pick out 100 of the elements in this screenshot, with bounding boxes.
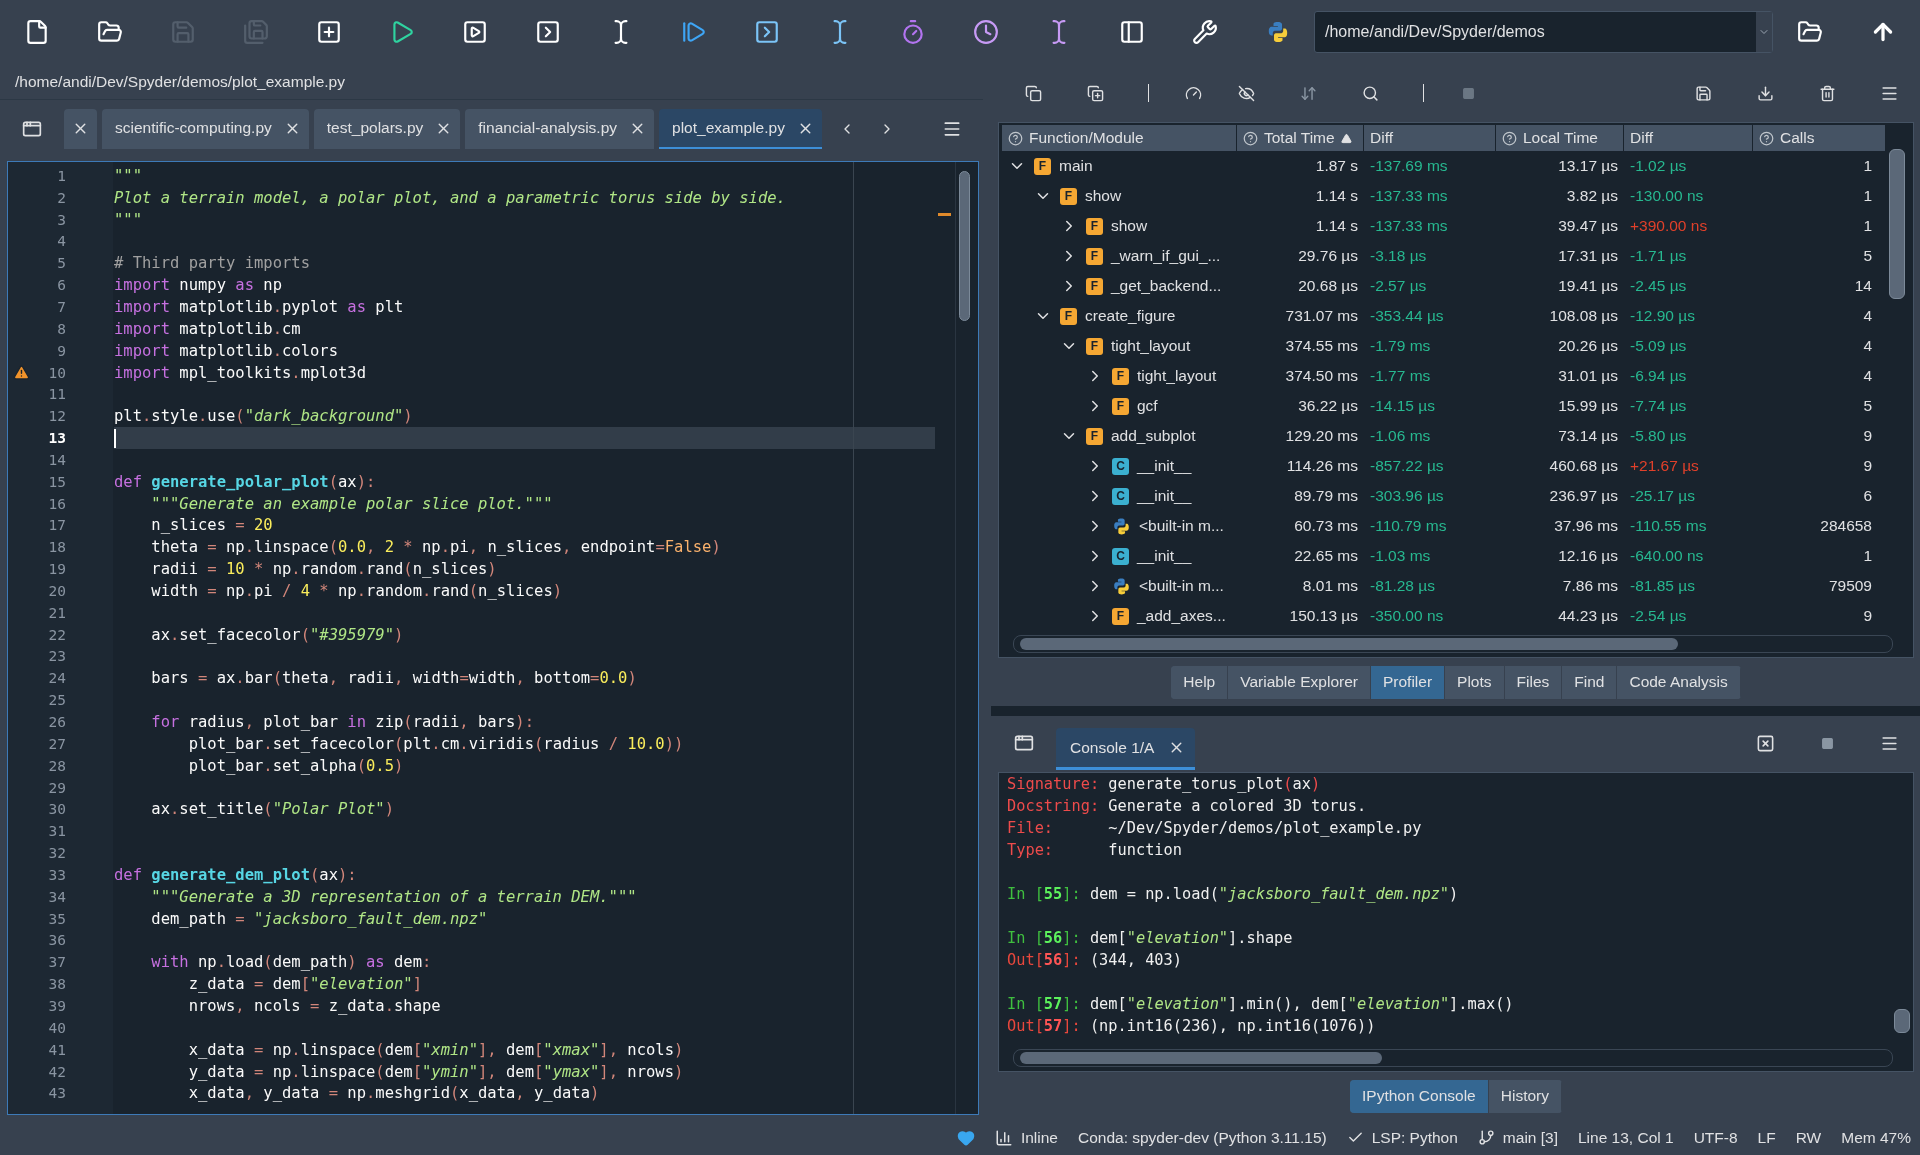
line-number: 27 — [47, 735, 66, 752]
table-cell-text: -110.79 ms — [1369, 517, 1448, 535]
pane-tab[interactable]: Profiler — [1370, 665, 1446, 699]
line-number: 40 — [47, 1019, 66, 1036]
status-item: LF — [1757, 1128, 1776, 1147]
table-cell-text: -353.44 µs — [1369, 307, 1445, 325]
console-tab[interactable]: Console 1/A — [1056, 728, 1196, 770]
path-combo[interactable]: /home/andi/Dev/Spyder/demos — [1314, 11, 1773, 53]
stop-icon[interactable] — [1820, 736, 1834, 750]
column-header[interactable]: Function/Module — [1002, 125, 1237, 151]
code-line: dem_path = "jacksboro_fault_dem.npz" — [150, 908, 489, 930]
line-number: 17 — [47, 517, 66, 534]
table-cell-text: 129.20 ms — [1284, 427, 1359, 445]
scrollbar-thumb[interactable] — [1020, 638, 1678, 650]
line-number: 29 — [47, 779, 66, 796]
code-line: theta = np.linspace(0.0, 2 * np.pi, n_slices, endpoint=False) — [150, 537, 722, 559]
scrollbar-thumb[interactable] — [1894, 1009, 1910, 1033]
table-cell-text: 9 — [1862, 457, 1873, 475]
line-number: 19 — [47, 561, 66, 578]
code-line: import numpy as np — [114, 275, 283, 297]
pane-tab[interactable]: IPython Console — [1350, 1079, 1489, 1113]
table-cell-text: 284658 — [1819, 517, 1873, 535]
column-header[interactable]: Diff — [1364, 125, 1496, 151]
table-cell-text: +390.00 ns — [1629, 217, 1709, 235]
scrollbar-thumb[interactable] — [1889, 149, 1905, 299]
line-number: 22 — [47, 626, 66, 643]
table-cell-text: 17.31 µs — [1557, 247, 1619, 265]
editor-tab[interactable]: scientific-computing.py — [102, 109, 309, 149]
python-icon — [1112, 516, 1131, 536]
column-header[interactable]: Local Time — [1496, 125, 1624, 151]
vertical-scrollbar[interactable] — [955, 162, 973, 1114]
sort-up-icon — [1340, 132, 1352, 144]
line-number: 11 — [47, 386, 66, 403]
table-cell-text: -350.00 ns — [1369, 607, 1445, 625]
code-line: """ — [114, 209, 143, 231]
line-number: 7 — [56, 299, 66, 315]
type-badge: F — [1086, 277, 1103, 295]
horizontal-scrollbar[interactable] — [1013, 635, 1893, 653]
table-cell-text: 4 — [1862, 367, 1873, 385]
scrollbar-thumb[interactable] — [1020, 1052, 1382, 1064]
console-line: Signature: generate_torus_plot(ax) — [1007, 774, 1322, 795]
status-item: LSP: Python — [1371, 1128, 1458, 1147]
eye-off-icon[interactable] — [1237, 84, 1255, 102]
table-cell-text: 19.41 µs — [1557, 277, 1619, 295]
code-line: y_data = np.linspace(dem["ymin"], dem["ymax"], nrows) — [187, 1061, 685, 1083]
scrollbar-thumb[interactable] — [959, 171, 970, 321]
close-console-icon[interactable] — [1755, 733, 1775, 753]
search-icon[interactable] — [1361, 84, 1379, 102]
code-editor[interactable] — [7, 161, 979, 1115]
column-header[interactable]: Total Time — [1237, 125, 1364, 151]
code-line: radii = 10 * np.random.rand(n_slices) — [150, 559, 498, 581]
table-cell-text: -7.74 µs — [1629, 397, 1688, 415]
code-line: plot_bar.set_facecolor(plt.cm.viridis(radius / 10.0)) — [187, 733, 685, 755]
table-cell-text: 460.68 µs — [1548, 457, 1619, 475]
copy-icon[interactable] — [1024, 84, 1042, 102]
arrows-icon[interactable] — [1299, 84, 1317, 102]
line-number: 39 — [47, 998, 66, 1014]
code-line: nrows, ncols = z_data.shape — [187, 996, 442, 1017]
editor-tab[interactable] — [64, 109, 97, 149]
line-number: 9 — [56, 342, 66, 359]
line-number: 5 — [56, 255, 66, 272]
table-cell-text: 1.14 s — [1314, 187, 1359, 205]
function-name: _warn_if_gui_... — [1111, 247, 1221, 265]
editor-tab[interactable]: plot_example.py — [659, 109, 822, 149]
square-chevron-icon — [534, 19, 561, 45]
trash-icon[interactable] — [1818, 84, 1836, 102]
table-cell-text: 8.01 ms — [1301, 577, 1359, 595]
table-cell-text: 20.68 µs — [1297, 277, 1359, 295]
pane-tab[interactable]: Help — [1171, 665, 1229, 699]
download-icon[interactable] — [1756, 84, 1774, 102]
table-cell-text: 1 — [1862, 547, 1873, 565]
line-number: 6 — [56, 277, 66, 294]
gauge-icon[interactable] — [1184, 84, 1202, 102]
type-badge: F — [1060, 187, 1077, 205]
table-cell-text: 39.47 µs — [1557, 217, 1619, 235]
console-line: Type: function — [1007, 840, 1183, 861]
copy-plus-icon[interactable] — [1086, 84, 1104, 102]
save-icon[interactable] — [1694, 84, 1712, 102]
table-cell-text: -137.69 ms — [1369, 157, 1449, 175]
editor-tab[interactable]: financial-analysis.py — [465, 109, 654, 149]
table-cell-text: -1.77 ms — [1369, 367, 1432, 385]
column-header[interactable]: Calls — [1753, 125, 1886, 151]
status-item: Mem 47% — [1841, 1128, 1911, 1147]
line-number: 31 — [47, 823, 66, 840]
function-name: tight_layout — [1137, 367, 1217, 385]
table-cell-text: -81.28 µs — [1369, 577, 1436, 595]
code-line: def generate_polar_plot(ax): — [114, 471, 377, 493]
branch-icon — [1477, 1129, 1495, 1146]
column-header[interactable]: Diff — [1624, 125, 1753, 151]
code-line: """ — [114, 165, 143, 187]
editor-tab[interactable]: test_polars.py — [313, 109, 461, 149]
table-cell-text: -857.22 µs — [1369, 457, 1445, 475]
line-number: 33 — [47, 866, 66, 883]
code-line: Plot a terrain model, a polar plot, and a parametric torus side by side. — [114, 187, 787, 209]
table-cell-text: 15.99 µs — [1557, 397, 1619, 415]
table-cell-text: -1.79 ms — [1369, 337, 1432, 355]
console-line: In [55]: dem = np.load("jacksboro_fault_dem.npz") — [1007, 884, 1460, 905]
horizontal-scrollbar[interactable] — [1013, 1049, 1893, 1067]
window-icon[interactable] — [1014, 733, 1034, 753]
type-badge: F — [1112, 367, 1129, 385]
